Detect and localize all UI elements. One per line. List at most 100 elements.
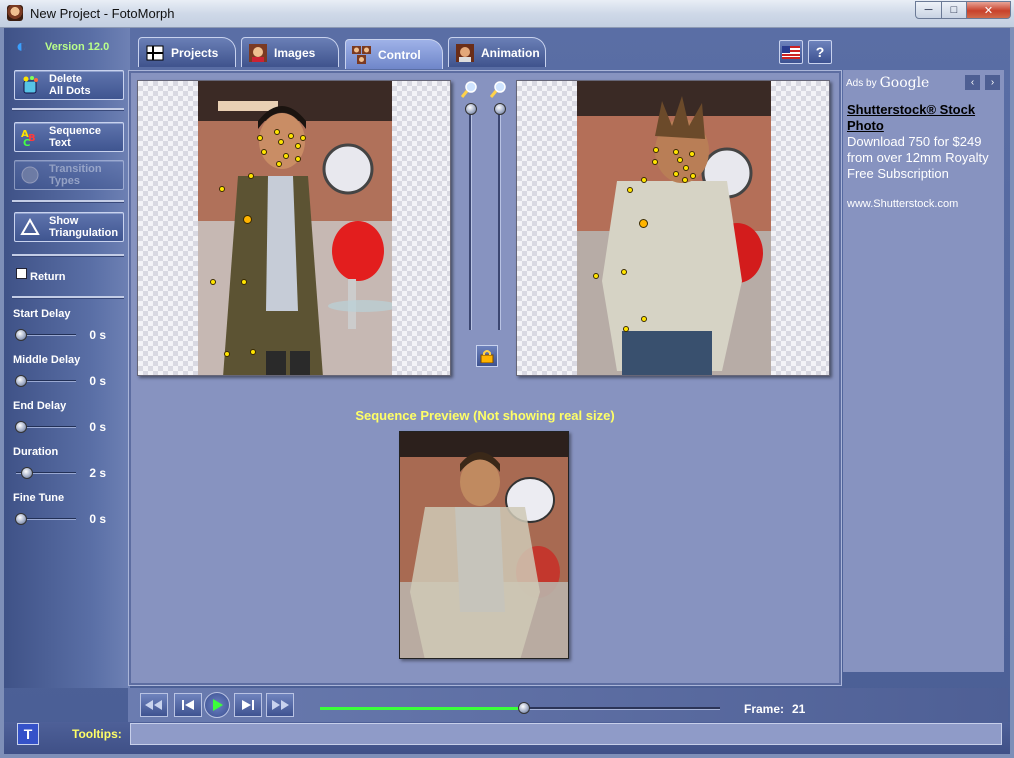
title-bar: New Project - FotoMorph ─ □ ✕: [0, 0, 1014, 28]
language-flag-button[interactable]: [779, 40, 803, 64]
morph-dot[interactable]: [627, 187, 633, 193]
frame-progress-thumb[interactable]: [518, 702, 530, 714]
tab-projects[interactable]: Projects: [138, 37, 236, 67]
ad-next-button[interactable]: ›: [985, 75, 1000, 90]
close-button[interactable]: ✕: [966, 1, 1011, 19]
tab-images[interactable]: Images: [241, 37, 339, 67]
ad-body: Download 750 for $249 from over 12mm Roy…: [847, 134, 989, 181]
morph-dot[interactable]: [673, 171, 679, 177]
fine-tune-thumb[interactable]: [15, 513, 27, 525]
tooltips-field: [130, 723, 1002, 745]
delete-all-dots-label: Delete All Dots: [49, 73, 91, 97]
first-frame-button[interactable]: [140, 693, 168, 717]
morph-dot[interactable]: [288, 133, 294, 139]
source-image-panel[interactable]: [137, 80, 451, 376]
abc-text-icon: ABC: [19, 126, 41, 148]
target-image-panel[interactable]: [516, 80, 830, 376]
morph-dot[interactable]: [219, 186, 225, 192]
lock-icon: [480, 350, 494, 363]
morph-dot[interactable]: [652, 159, 658, 165]
morph-dot[interactable]: [295, 143, 301, 149]
morph-dot[interactable]: [278, 139, 284, 145]
morph-dot[interactable]: [261, 149, 267, 155]
morph-dot[interactable]: [224, 351, 230, 357]
tab-control[interactable]: Control: [345, 39, 443, 69]
ads-panel: Ads by Google ‹ › Shutterstock® Stock Ph…: [843, 70, 1004, 672]
images-portrait-icon: [248, 43, 268, 62]
tooltips-label: Tooltips:: [72, 727, 122, 741]
morph-dot[interactable]: [641, 177, 647, 183]
fine-tune-label: Fine Tune: [13, 492, 65, 504]
target-photo-illustration: [577, 81, 771, 375]
transparent-area: [392, 81, 450, 375]
transparent-area: [771, 81, 829, 375]
previous-frame-button[interactable]: [174, 693, 202, 717]
ad-url[interactable]: www.Shutterstock.com: [847, 198, 958, 210]
app-icon: [7, 5, 23, 21]
help-button[interactable]: ?: [808, 40, 832, 64]
right-zoom-slider[interactable]: [498, 112, 501, 330]
morph-dot[interactable]: [210, 279, 216, 285]
sequence-text-button[interactable]: ABC Sequence Text: [14, 122, 124, 152]
morph-dot[interactable]: [241, 279, 247, 285]
target-photo: [577, 81, 771, 375]
frame-progress-slider[interactable]: [320, 702, 720, 714]
end-delay-thumb[interactable]: [15, 421, 27, 433]
morph-dot[interactable]: [677, 157, 683, 163]
tab-animation-label: Animation: [481, 45, 540, 60]
last-frame-button[interactable]: [266, 693, 294, 717]
transparent-area: [138, 81, 198, 375]
morph-dot[interactable]: [283, 153, 289, 159]
minimize-button[interactable]: ─: [915, 1, 942, 19]
duration-thumb[interactable]: [21, 467, 33, 479]
transition-types-label: Transition Types: [49, 163, 102, 187]
morph-dot[interactable]: [276, 161, 282, 167]
projects-grid-icon: [145, 44, 165, 62]
right-zoom-thumb[interactable]: [494, 103, 506, 115]
morph-dot-selected[interactable]: [243, 215, 252, 224]
transition-types-button[interactable]: Transition Types: [14, 160, 124, 190]
tab-animation[interactable]: Animation: [448, 37, 546, 67]
morph-dot[interactable]: [300, 135, 306, 141]
return-checkbox[interactable]: [16, 268, 27, 279]
morph-dot[interactable]: [257, 135, 263, 141]
ad-prev-button[interactable]: ‹: [965, 75, 980, 90]
frame-progress-fill: [320, 707, 524, 710]
delete-all-dots-button[interactable]: Delete All Dots: [14, 70, 124, 100]
morph-dot[interactable]: [653, 147, 659, 153]
morph-dot[interactable]: [682, 177, 688, 183]
triangle-icon: [19, 216, 41, 238]
morph-dot[interactable]: [248, 173, 254, 179]
ad-title-link[interactable]: Shutterstock® Stock Photo: [847, 102, 1003, 134]
sequence-text-label: Sequence Text: [49, 125, 101, 149]
morph-dot[interactable]: [623, 326, 629, 332]
morph-dot[interactable]: [274, 129, 280, 135]
zoom-lock-button[interactable]: [476, 345, 498, 367]
play-button[interactable]: [204, 692, 230, 718]
us-flag-icon: [782, 45, 800, 59]
morph-dot[interactable]: [250, 349, 256, 355]
morph-dot[interactable]: [641, 316, 647, 322]
text-tool-icon[interactable]: T: [17, 723, 39, 745]
morph-dot[interactable]: [295, 156, 301, 162]
next-frame-button[interactable]: [234, 693, 262, 717]
middle-delay-value: 0 s: [89, 374, 106, 388]
morph-dot[interactable]: [689, 151, 695, 157]
maximize-button[interactable]: □: [941, 1, 967, 19]
left-zoom-slider[interactable]: [469, 112, 472, 330]
zoom-left-icon: [460, 80, 479, 98]
morph-dot[interactable]: [621, 269, 627, 275]
fine-tune-value: 0 s: [89, 512, 106, 526]
show-triangulation-label: Show Triangulation: [49, 215, 119, 239]
left-zoom-thumb[interactable]: [465, 103, 477, 115]
morph-dot[interactable]: [673, 149, 679, 155]
start-delay-thumb[interactable]: [15, 329, 27, 341]
show-triangulation-button[interactable]: Show Triangulation: [14, 212, 124, 242]
middle-delay-thumb[interactable]: [15, 375, 27, 387]
sequence-preview-title: Sequence Preview (Not showing real size): [355, 408, 615, 423]
morph-dot[interactable]: [593, 273, 599, 279]
return-label: Return: [30, 271, 66, 283]
morph-dot[interactable]: [690, 173, 696, 179]
morph-dot-selected[interactable]: [639, 219, 648, 228]
morph-dot[interactable]: [683, 165, 689, 171]
